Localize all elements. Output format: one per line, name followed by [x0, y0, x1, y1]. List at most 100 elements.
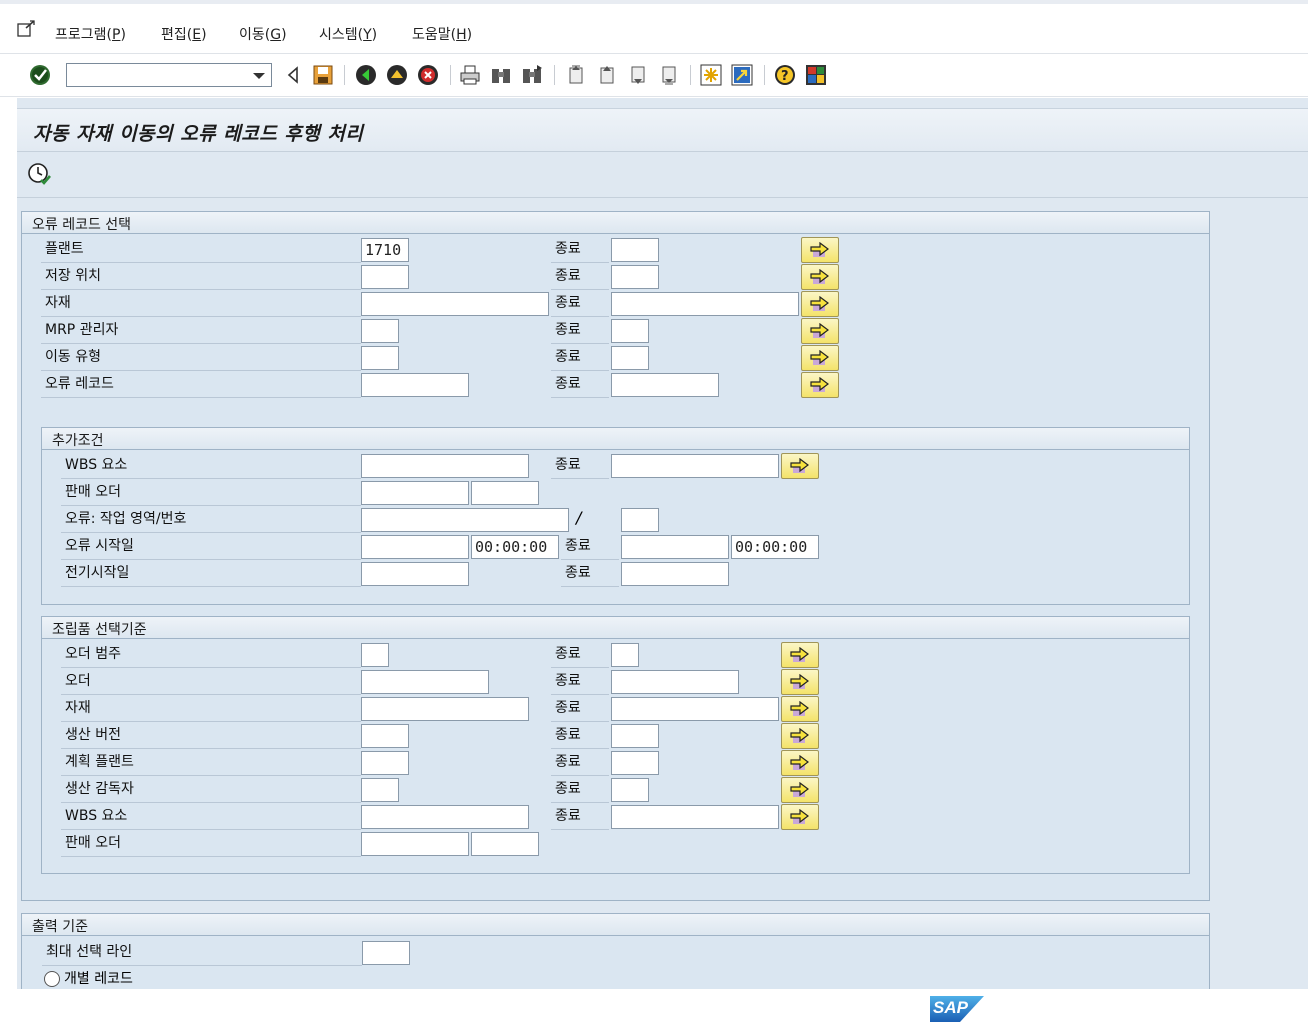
sales-order-input[interactable] [361, 481, 469, 505]
wbs-element-from-input[interactable] [361, 454, 529, 478]
first-page-icon[interactable] [564, 63, 588, 87]
posting-start-date-input[interactable] [361, 562, 469, 586]
posting-end-date-input[interactable] [621, 562, 729, 586]
production-version-to-input[interactable] [611, 724, 659, 748]
enter-icon[interactable] [28, 63, 52, 87]
storage-location-to-input[interactable] [611, 265, 659, 289]
order-category-from-input[interactable] [361, 643, 389, 667]
assembly-wbs-element-to-input[interactable] [611, 805, 779, 829]
menu-goto-label: 이동( [239, 27, 271, 43]
back-triangle-icon[interactable] [281, 63, 305, 87]
sales-order-item-input[interactable] [471, 481, 539, 505]
error-record-from-input[interactable] [361, 373, 469, 397]
movement-type-to-input[interactable] [611, 346, 649, 370]
order-category-multiple-selection-button[interactable] [781, 642, 819, 668]
material-multiple-selection-button[interactable] [801, 291, 839, 317]
planning-plant-to-input[interactable] [611, 751, 659, 775]
find-icon[interactable] [489, 63, 513, 87]
assembly-sales-order-input[interactable] [361, 832, 469, 856]
assembly-material-from-input[interactable] [361, 697, 529, 721]
plant-multiple-selection-button[interactable] [801, 237, 839, 263]
chevron-down-icon[interactable] [253, 73, 265, 79]
find-next-icon[interactable] [520, 63, 544, 87]
exit-icon[interactable] [385, 63, 409, 87]
menu-edit-key: E [192, 27, 202, 43]
back-icon[interactable] [354, 63, 378, 87]
mrp-controller-to-input[interactable] [611, 319, 649, 343]
save-icon[interactable] [311, 63, 335, 87]
material-to-input[interactable] [611, 292, 799, 316]
print-icon[interactable] [458, 63, 482, 87]
movement-type-multiple-selection-button[interactable] [801, 345, 839, 371]
prev-page-icon[interactable] [595, 63, 619, 87]
error-start-time-input[interactable]: 00:00:00 [471, 535, 559, 559]
production-supervisor-multiple-selection-button[interactable] [781, 777, 819, 803]
movement-type-from-input[interactable] [361, 346, 399, 370]
to-label: 종료 [551, 237, 609, 263]
error-work-area-label: 오류: 작업 영역/번호 [61, 507, 361, 533]
menu-help[interactable]: 도움말(H) [412, 24, 472, 44]
mrp-controller-from-input[interactable] [361, 319, 399, 343]
material-from-input[interactable] [361, 292, 549, 316]
production-version-from-input[interactable] [361, 724, 409, 748]
menu-system-tail: ) [371, 27, 378, 43]
production-supervisor-label: 생산 감독자 [61, 777, 361, 803]
menu-edit[interactable]: 편집(E) [161, 24, 207, 44]
assembly-wbs-element-from-input[interactable] [361, 805, 529, 829]
plant-from-input[interactable]: 1710 [361, 238, 409, 262]
execute-clock-icon[interactable] [27, 162, 51, 186]
menu-system[interactable]: 시스템(Y) [319, 24, 377, 44]
menu-system-label: 시스템( [319, 27, 364, 43]
error-record-to-input[interactable] [611, 373, 719, 397]
frame-header: 오류 레코드 선택 [22, 212, 1209, 234]
assembly-material-to-input[interactable] [611, 697, 779, 721]
error-end-time-input[interactable]: 00:00:00 [731, 535, 819, 559]
help-icon[interactable]: ? [773, 63, 797, 87]
order-multiple-selection-button[interactable] [781, 669, 819, 695]
storage-location-from-input[interactable] [361, 265, 409, 289]
arrow-right-icon [790, 728, 809, 743]
production-supervisor-to-input[interactable] [611, 778, 649, 802]
assembly-material-multiple-selection-button[interactable] [781, 696, 819, 722]
mrp-controller-multiple-selection-button[interactable] [801, 318, 839, 344]
cancel-icon[interactable] [416, 63, 440, 87]
next-page-icon[interactable] [626, 63, 650, 87]
menu-goto[interactable]: 이동(G) [239, 24, 287, 44]
plant-to-input[interactable] [611, 238, 659, 262]
to-label: 종료 [551, 669, 609, 695]
error-work-area-input[interactable] [361, 508, 569, 532]
assembly-material-label: 자재 [61, 696, 361, 722]
error-end-date-input[interactable] [621, 535, 729, 559]
assembly-wbs-element-label: WBS 요소 [61, 804, 361, 830]
order-category-to-input[interactable] [611, 643, 639, 667]
command-field[interactable] [66, 63, 272, 87]
order-to-input[interactable] [611, 670, 739, 694]
menu-icon[interactable] [17, 20, 37, 38]
menu-system-key: Y [363, 27, 372, 43]
frame-header: 출력 기준 [22, 914, 1209, 936]
arrow-right-icon [810, 323, 829, 338]
title-bar: 자동 자재 이동의 오류 레코드 후행 처리 [17, 108, 1308, 152]
assembly-sales-order-item-input[interactable] [471, 832, 539, 856]
order-from-input[interactable] [361, 670, 489, 694]
layout-icon[interactable] [804, 63, 828, 87]
storage-location-multiple-selection-button[interactable] [801, 264, 839, 290]
error-start-date-input[interactable] [361, 535, 469, 559]
error-number-input[interactable] [621, 508, 659, 532]
production-version-multiple-selection-button[interactable] [781, 723, 819, 749]
planning-plant-from-input[interactable] [361, 751, 409, 775]
planning-plant-multiple-selection-button[interactable] [781, 750, 819, 776]
to-label: 종료 [551, 264, 609, 290]
menu-program[interactable]: 프로그램(P) [55, 24, 126, 44]
production-supervisor-from-input[interactable] [361, 778, 399, 802]
last-page-icon[interactable] [657, 63, 681, 87]
assembly-wbs-element-multiple-selection-button[interactable] [781, 804, 819, 830]
max-lines-input[interactable] [362, 941, 410, 965]
new-session-icon[interactable] [699, 63, 723, 87]
shortcut-icon[interactable] [730, 63, 754, 87]
wbs-element-multiple-selection-button[interactable] [781, 453, 819, 479]
individual-records-radio[interactable] [44, 971, 60, 987]
error-record-multiple-selection-button[interactable] [801, 372, 839, 398]
wbs-element-to-input[interactable] [611, 454, 779, 478]
arrow-right-icon [790, 647, 809, 662]
